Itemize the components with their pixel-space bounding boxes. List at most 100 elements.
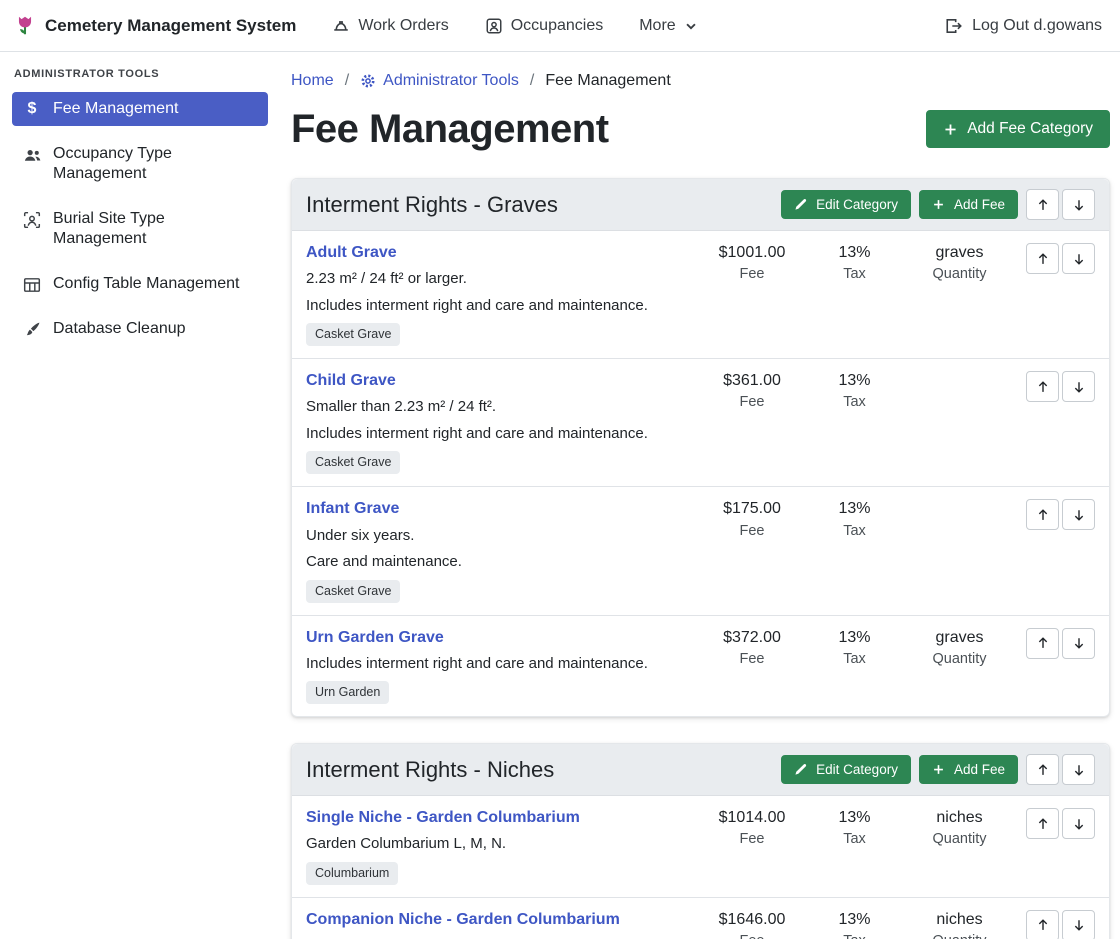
fee-row: Single Niche - Garden Columbarium Garden… xyxy=(292,796,1109,897)
move-category-down-button[interactable] xyxy=(1062,754,1095,785)
move-fee-up-button[interactable] xyxy=(1026,371,1059,402)
fee-description: Includes interment right and care and ma… xyxy=(306,296,689,316)
hard-hat-icon xyxy=(332,17,350,35)
fee-label: Fee xyxy=(697,831,807,847)
add-fee-button[interactable]: Add Fee xyxy=(919,755,1018,784)
category-card: Interment Rights - Graves Edit Category … xyxy=(291,178,1110,717)
main-content: Home / Administrator Tools / Fee Managem… xyxy=(280,52,1120,939)
plus-icon xyxy=(932,763,945,776)
tax-label: Tax xyxy=(807,651,902,667)
category-title: Interment Rights - Graves xyxy=(306,192,773,218)
sidebar-item-fee-management[interactable]: $ Fee Management xyxy=(12,92,268,126)
tax-column: 13% Tax xyxy=(807,808,902,847)
fee-name-link[interactable]: Child Grave xyxy=(306,371,396,390)
move-fee-down-button[interactable] xyxy=(1062,808,1095,839)
fee-description: 2.23 m² / 24 ft² or larger. xyxy=(306,269,689,289)
fee-description: Under six years. xyxy=(306,526,689,546)
tax-column: 13% Tax xyxy=(807,243,902,282)
arrow-up-icon xyxy=(1036,198,1050,212)
breadcrumb-admin-tools-link[interactable]: Administrator Tools xyxy=(360,72,519,90)
plus-icon xyxy=(943,122,958,137)
logout-button[interactable]: Log Out d.gowans xyxy=(945,17,1102,35)
move-fee-up-button[interactable] xyxy=(1026,910,1059,939)
tax-label: Tax xyxy=(807,831,902,847)
move-fee-down-button[interactable] xyxy=(1062,499,1095,530)
move-fee-down-button[interactable] xyxy=(1062,910,1095,939)
nav-item-label: More xyxy=(639,17,675,35)
category-title: Interment Rights - Niches xyxy=(306,757,773,783)
app-window: Cemetery Management System Work Orders xyxy=(0,0,1120,939)
add-fee-button[interactable]: Add Fee xyxy=(919,190,1018,219)
fee-amount: $175.00 xyxy=(697,499,807,518)
fee-name-link[interactable]: Companion Niche - Garden Columbarium xyxy=(306,910,620,929)
fee-description: Includes interment right and care and ma… xyxy=(306,424,689,444)
nav-item-label: Occupancies xyxy=(511,17,604,35)
move-fee-up-button[interactable] xyxy=(1026,628,1059,659)
add-fee-label: Add Fee xyxy=(954,762,1005,777)
move-fee-up-button[interactable] xyxy=(1026,243,1059,274)
top-navbar: Cemetery Management System Work Orders xyxy=(0,0,1120,52)
sidebar: ADMINISTRATOR TOOLS $ Fee Management Occ… xyxy=(0,52,280,939)
nav-item-more[interactable]: More xyxy=(639,17,697,35)
quantity-column: niches Quantity xyxy=(902,910,1017,939)
move-category-up-button[interactable] xyxy=(1026,189,1059,220)
fee-name-link[interactable]: Single Niche - Garden Columbarium xyxy=(306,808,580,827)
nav-items: Work Orders Occupancies More xyxy=(332,17,697,35)
category-header: Interment Rights - Graves Edit Category … xyxy=(292,179,1109,231)
move-fee-down-button[interactable] xyxy=(1062,628,1095,659)
fee-tag-badge: Casket Grave xyxy=(306,323,400,346)
fee-label: Fee xyxy=(697,933,807,939)
page-title: Fee Management xyxy=(291,106,609,152)
edit-category-button[interactable]: Edit Category xyxy=(781,755,911,784)
tax-column: 13% Tax xyxy=(807,499,902,538)
add-fee-category-button[interactable]: Add Fee Category xyxy=(926,110,1110,148)
fee-row: Adult Grave 2.23 m² / 24 ft² or larger. … xyxy=(292,231,1109,358)
fee-description: Garden Columbarium L, M, N. xyxy=(306,834,689,854)
tax-value: 13% xyxy=(807,499,902,518)
fee-label: Fee xyxy=(697,651,807,667)
fee-row: Infant Grave Under six years. Care and m… xyxy=(292,486,1109,614)
move-fee-up-button[interactable] xyxy=(1026,808,1059,839)
tax-label: Tax xyxy=(807,523,902,539)
quantity-label: Quantity xyxy=(902,831,1017,847)
fee-description: Smaller than 2.23 m² / 24 ft². xyxy=(306,397,689,417)
sidebar-item-database-cleanup[interactable]: Database Cleanup xyxy=(12,312,268,346)
fee-description: Includes interment right and care and ma… xyxy=(306,654,689,674)
sidebar-item-occupancy-type-management[interactable]: Occupancy Type Management xyxy=(12,137,268,191)
brand[interactable]: Cemetery Management System xyxy=(14,15,296,37)
move-fee-up-button[interactable] xyxy=(1026,499,1059,530)
add-fee-label: Add Fee xyxy=(954,197,1005,212)
nav-item-label: Work Orders xyxy=(358,17,448,35)
fee-label: Fee xyxy=(697,394,807,410)
nav-item-work-orders[interactable]: Work Orders xyxy=(332,17,448,35)
move-category-up-button[interactable] xyxy=(1026,754,1059,785)
fee-row: Companion Niche - Garden Columbarium Gar… xyxy=(292,897,1109,939)
quantity-label: Quantity xyxy=(902,651,1017,667)
sidebar-item-config-table-management[interactable]: Config Table Management xyxy=(12,267,268,301)
fee-tag-badge: Columbarium xyxy=(306,862,398,885)
quantity-value: niches xyxy=(902,910,1017,929)
breadcrumb-separator: / xyxy=(530,72,534,90)
tax-value: 13% xyxy=(807,910,902,929)
arrow-down-icon xyxy=(1072,252,1086,266)
breadcrumb-home-link[interactable]: Home xyxy=(291,72,334,90)
fee-name-link[interactable]: Infant Grave xyxy=(306,499,399,518)
breadcrumb-current: Fee Management xyxy=(545,72,670,90)
move-category-down-button[interactable] xyxy=(1062,189,1095,220)
fee-amount: $361.00 xyxy=(697,371,807,390)
fee-name-link[interactable]: Urn Garden Grave xyxy=(306,628,444,647)
arrow-up-icon xyxy=(1036,508,1050,522)
table-icon xyxy=(22,274,42,294)
nav-item-occupancies[interactable]: Occupancies xyxy=(485,17,604,35)
move-fee-down-button[interactable] xyxy=(1062,371,1095,402)
move-fee-down-button[interactable] xyxy=(1062,243,1095,274)
fee-tag-badge: Casket Grave xyxy=(306,580,400,603)
edit-category-button[interactable]: Edit Category xyxy=(781,190,911,219)
logout-label: Log Out d.gowans xyxy=(972,17,1102,35)
fee-name-link[interactable]: Adult Grave xyxy=(306,243,397,262)
sidebar-item-label: Database Cleanup xyxy=(53,319,186,339)
sidebar-item-burial-site-type-management[interactable]: Burial Site Type Management xyxy=(12,202,268,256)
arrow-down-icon xyxy=(1072,636,1086,650)
arrow-down-icon xyxy=(1072,198,1086,212)
add-fee-category-label: Add Fee Category xyxy=(967,120,1093,138)
